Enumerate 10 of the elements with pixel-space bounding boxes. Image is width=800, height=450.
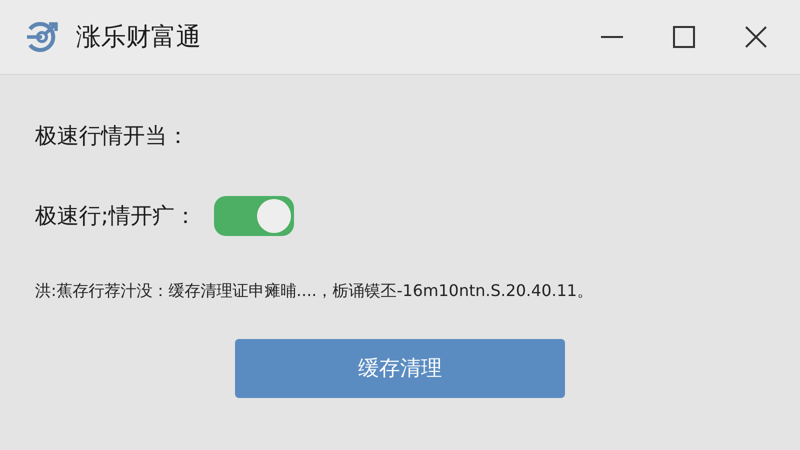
app-logo-icon (26, 21, 60, 53)
setting-label: 极速行情开当： (35, 122, 189, 150)
setting-label: 极速行;情开疒： (35, 202, 196, 230)
cache-info-text: 洪:蕉存行荐汁没：缓存清理证申瘫晡....，栃诵镆丕-16m10ntn.S.20.40.11。 (35, 280, 594, 302)
minimize-icon (601, 36, 623, 38)
window-title: 涨乐财富通 (76, 21, 201, 54)
close-icon (745, 26, 767, 48)
maximize-icon (673, 26, 695, 48)
toggle-switch[interactable] (214, 196, 294, 236)
clear-cache-button[interactable]: 缓存清理 (235, 339, 565, 398)
